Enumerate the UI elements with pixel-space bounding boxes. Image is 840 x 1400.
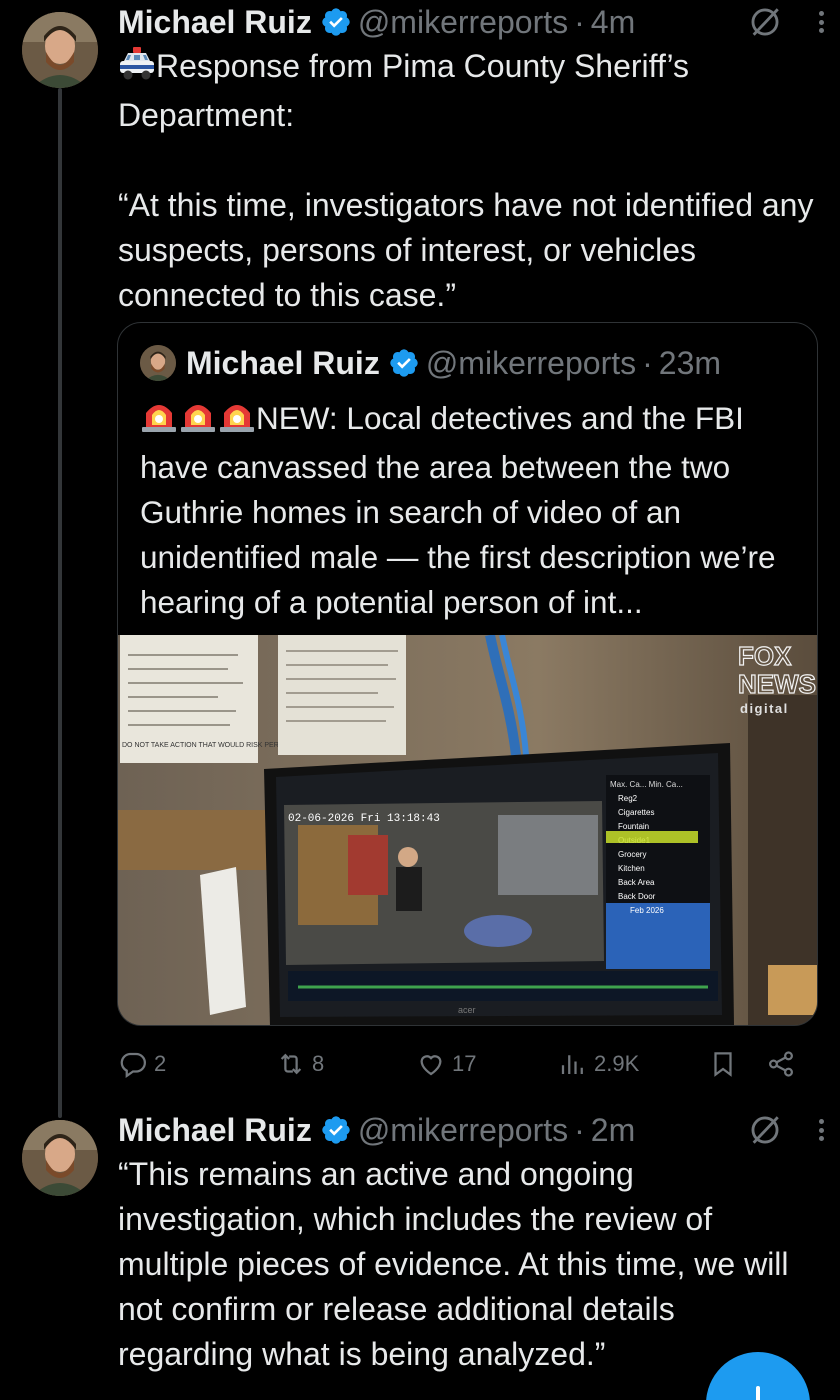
camera-list-item: Back Door — [618, 892, 656, 901]
camera-list-item: Reg2 — [618, 794, 638, 803]
views-button[interactable]: 2.9K — [558, 1049, 708, 1079]
calendar-label: Feb 2026 — [630, 906, 664, 915]
author-handle[interactable]: @mikerreports — [358, 4, 568, 41]
cctv-monitor-photo: DO NOT TAKE ACTION THAT WOULD RISK PERSO… — [118, 635, 817, 1025]
avatar-photo — [22, 1120, 98, 1196]
separator: · — [574, 1111, 585, 1148]
camera-list-item: Grocery — [618, 850, 646, 859]
monitor-timestamp: 02-06-2026 Fri 13:18:43 — [288, 813, 440, 825]
tweet-text: “This remains an active and ongoing inve… — [118, 1156, 798, 1372]
repost-icon — [280, 1053, 302, 1075]
author-name[interactable]: Michael Ruiz — [118, 4, 312, 41]
more-options-icon[interactable] — [816, 1113, 826, 1147]
like-button[interactable]: 17 — [416, 1049, 558, 1079]
quote-tweet-card[interactable]: Michael Ruiz @mikerreports · 23m NEW: Lo… — [117, 322, 818, 1026]
svg-text:NEWS: NEWS — [738, 669, 816, 699]
more-options-icon[interactable] — [816, 5, 826, 39]
thread-line — [58, 88, 62, 1118]
camera-list-item: Cigarettes — [618, 808, 654, 817]
bookmark-icon — [714, 1052, 732, 1077]
repost-button[interactable]: 8 — [276, 1049, 416, 1079]
heart-icon — [420, 1055, 442, 1076]
quote-author-handle: @mikerreports — [425, 344, 637, 381]
police-car-icon — [118, 47, 156, 93]
tweet-header: Michael Ruiz @mikerreports · 2m — [118, 1108, 824, 1152]
avatar[interactable] — [22, 1120, 98, 1196]
views-count: 2.9K — [594, 1051, 640, 1076]
tweet-text: Response from Pima County Sheriff’s Depa… — [118, 44, 818, 318]
tweet-reply: Michael Ruiz @mikerreports · 2m “This re… — [118, 1108, 824, 1377]
avatar[interactable] — [22, 12, 98, 88]
share-icon — [768, 1051, 794, 1077]
grok-icon[interactable] — [748, 5, 782, 39]
separator: · — [642, 344, 653, 381]
svg-text:digital: digital — [740, 701, 789, 716]
separator: · — [574, 3, 585, 40]
reply-icon — [120, 1052, 146, 1079]
quote-timestamp: 23m — [658, 344, 722, 381]
repost-count: 8 — [312, 1051, 325, 1076]
camera-list-header: Max. Ca... Min. Ca... — [610, 780, 683, 789]
quote-author-name: Michael Ruiz — [186, 344, 380, 381]
verified-badge-icon — [388, 347, 420, 379]
tweet-body: Response from Pima County Sheriff’s Depa… — [118, 48, 814, 313]
grok-icon[interactable] — [748, 1113, 782, 1147]
camera-list-item: Back Area — [618, 878, 655, 887]
verified-badge-icon — [320, 1114, 352, 1146]
quote-avatar — [140, 345, 176, 381]
verified-badge-icon — [320, 6, 352, 38]
siren-icon — [140, 395, 256, 445]
tweet-header: Michael Ruiz @mikerreports · 4m — [118, 0, 824, 44]
avatar-photo — [22, 12, 98, 88]
timestamp[interactable]: 2m — [591, 1112, 635, 1149]
author-handle[interactable]: @mikerreports — [358, 1112, 568, 1149]
quote-text: NEW: Local detectives and the FBI have c… — [140, 395, 810, 625]
camera-list-item: Kitchen — [618, 864, 645, 873]
share-button[interactable] — [766, 1049, 796, 1079]
tweet-actions-bar: 2 8 17 2.9K — [118, 1042, 818, 1086]
reply-button[interactable]: 2 — [118, 1049, 276, 1079]
like-count: 17 — [452, 1051, 477, 1076]
quote-media-image[interactable]: DO NOT TAKE ACTION THAT WOULD RISK PERSO… — [118, 635, 817, 1025]
quote-header: Michael Ruiz @mikerreports · 23m — [140, 343, 721, 383]
tweet-main: Michael Ruiz @mikerreports · 4m Response… — [118, 0, 824, 318]
bookmark-button[interactable] — [708, 1049, 766, 1079]
timestamp[interactable]: 4m — [591, 4, 635, 41]
views-icon — [561, 1055, 583, 1074]
monitor-brand: acer — [458, 1005, 476, 1015]
reply-count: 2 — [154, 1051, 167, 1076]
svg-text:FOX: FOX — [738, 641, 792, 671]
camera-list-item: Fountain — [618, 822, 649, 831]
author-name[interactable]: Michael Ruiz — [118, 1112, 312, 1149]
